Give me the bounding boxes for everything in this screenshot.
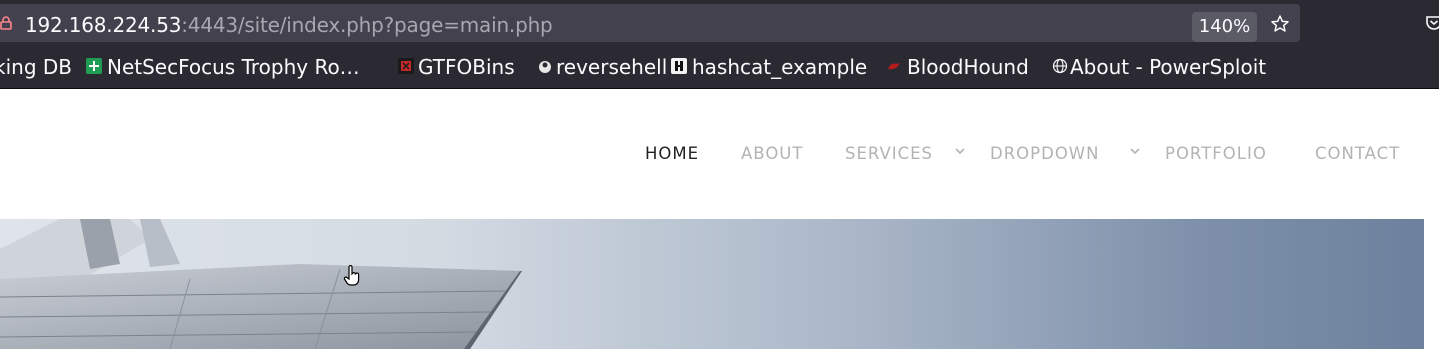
nav-portfolio[interactable]: PORTFOLIO (1165, 144, 1267, 164)
globe-icon (1052, 58, 1068, 74)
chevron-down-icon[interactable] (1130, 147, 1140, 155)
url-host: 192.168.224.53 (25, 13, 182, 37)
browser-toolbar: 192.168.224.53:4443/site/index.php?page=… (0, 0, 1439, 46)
shell-favicon-icon (539, 61, 551, 73)
hand-cursor-icon (343, 265, 360, 286)
site-header: HOME ABOUT SERVICES DROPDOWN PORTFOLIO C… (0, 89, 1439, 219)
star-icon[interactable] (1270, 14, 1290, 34)
bookmark-gtfobins[interactable]: GTFOBins (418, 54, 515, 80)
bookmarks-toolbar: king DB NetSecFocus Trophy Ro… GTFOBins … (0, 46, 1439, 89)
nav-about[interactable]: ABOUT (741, 144, 803, 164)
hashcat-favicon-icon (671, 58, 687, 74)
bookmark-bloodhound[interactable]: BloodHound (907, 54, 1029, 80)
url-text[interactable]: 192.168.224.53:4443/site/index.php?page=… (25, 13, 553, 37)
nav-home[interactable]: HOME (645, 144, 699, 164)
pocket-icon[interactable] (1425, 14, 1439, 32)
hero-building-graphic (0, 219, 522, 349)
bookmark-netsecfocus[interactable]: NetSecFocus Trophy Ro… (107, 54, 360, 80)
nav-contact[interactable]: CONTACT (1315, 144, 1400, 164)
bookmark-king-db[interactable]: king DB (0, 54, 72, 80)
nav-dropdown[interactable]: DROPDOWN (990, 144, 1099, 164)
gtfobins-favicon-icon (398, 58, 414, 74)
bloodhound-favicon-icon (888, 63, 900, 70)
chevron-down-icon[interactable] (955, 147, 965, 155)
green-plus-favicon-icon (86, 58, 102, 74)
bookmark-powersploit[interactable]: About - PowerSploit (1070, 54, 1266, 80)
lock-icon[interactable] (0, 16, 12, 30)
address-bar[interactable]: 192.168.224.53:4443/site/index.php?page=… (0, 4, 1300, 42)
url-path: :4443/site/index.php?page=main.php (181, 13, 553, 37)
nav-services[interactable]: SERVICES (845, 144, 933, 164)
zoom-level-button[interactable]: 140% (1192, 12, 1257, 42)
bookmark-reverseshell[interactable]: reversehell (556, 54, 667, 80)
hero-image (0, 219, 1424, 349)
bookmark-hashcat-example[interactable]: hashcat_example (692, 54, 867, 80)
